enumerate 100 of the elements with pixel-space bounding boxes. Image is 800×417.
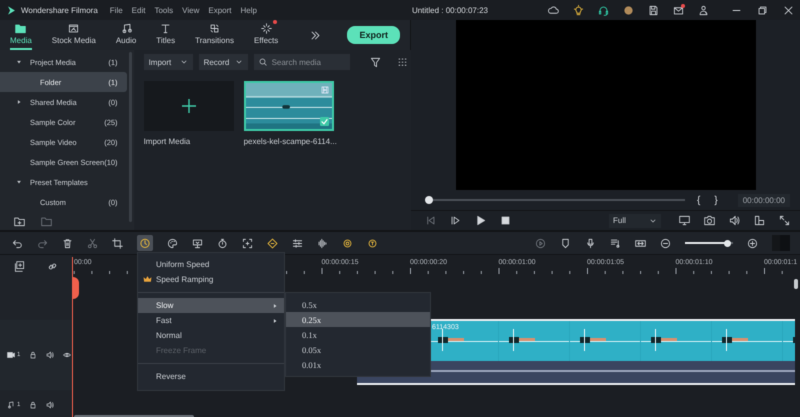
expanded-arrow-icon[interactable]: [16, 59, 22, 65]
monitor-icon[interactable]: [192, 238, 203, 248]
link-icon[interactable]: [47, 260, 58, 272]
lock-icon[interactable]: [29, 351, 38, 359]
waveform-icon[interactable]: [317, 238, 328, 248]
expanded-arrow-icon[interactable]: [16, 179, 22, 185]
folder-icon[interactable]: [41, 216, 52, 226]
playhead-handle[interactable]: [425, 196, 433, 204]
image-icon: [68, 23, 80, 34]
submenu-arrow-icon: [272, 302, 278, 308]
next-frame-icon[interactable]: [450, 215, 461, 226]
microphone-icon[interactable]: [585, 238, 596, 248]
layout-icon[interactable]: [754, 215, 765, 226]
zoom-out-icon[interactable]: [660, 238, 671, 248]
save-icon[interactable]: [648, 4, 659, 16]
scissors-icon[interactable]: [87, 238, 98, 248]
sliders-icon[interactable]: [292, 238, 303, 248]
eye-icon[interactable]: [63, 351, 72, 359]
ring-icon[interactable]: [342, 238, 353, 248]
zoom-in-icon[interactable]: [747, 238, 758, 248]
volume-icon[interactable]: [46, 401, 54, 409]
tab[interactable]: Transitions: [195, 20, 234, 50]
scrollbar[interactable]: [794, 279, 798, 289]
marker-icon[interactable]: [560, 238, 571, 248]
menu-item[interactable]: Tools: [154, 6, 174, 14]
menu-item[interactable]: 0.5x: [286, 297, 430, 312]
mark-out-button[interactable]: }: [712, 194, 720, 206]
window-title: Untitled : 00:00:07:23: [412, 6, 488, 14]
ring-icon[interactable]: [367, 238, 378, 248]
plus-icon: [180, 98, 197, 114]
menu-item[interactable]: Help: [240, 6, 257, 14]
menu-item[interactable]: Export: [208, 6, 232, 14]
menu-item[interactable]: Fast: [138, 313, 284, 328]
transition-icon: [209, 23, 220, 34]
record-dropdown[interactable]: Record: [198, 54, 248, 70]
stop-icon[interactable]: [500, 215, 511, 226]
account-icon[interactable]: [698, 4, 709, 16]
lock-icon[interactable]: [29, 401, 38, 409]
camera-icon[interactable]: [704, 215, 715, 226]
headset-icon[interactable]: [598, 4, 609, 16]
progress-track[interactable]: [425, 196, 686, 204]
restore-icon[interactable]: [757, 4, 768, 16]
previous-frame-icon[interactable]: [425, 215, 436, 226]
diamond-icon[interactable]: [267, 238, 278, 248]
redo-icon[interactable]: [37, 238, 48, 248]
speed-icon[interactable]: [137, 235, 153, 251]
menu-item[interactable]: 0.25x: [286, 312, 430, 327]
monitor-icon[interactable]: [679, 215, 690, 226]
lightbulb-icon[interactable]: [573, 4, 584, 16]
import-media-tile[interactable]: [144, 81, 234, 131]
music-note-icon: [120, 23, 132, 34]
media-label: pexels-kel-scampe-6114...: [244, 137, 334, 146]
mail-icon[interactable]: [673, 4, 684, 16]
menu-item[interactable]: Uniform Speed: [138, 257, 284, 272]
menu-item[interactable]: View: [182, 6, 200, 14]
cloud-icon[interactable]: [548, 4, 559, 16]
fit-icon[interactable]: [635, 238, 646, 248]
tab[interactable]: Audio: [116, 20, 136, 50]
new-folder-icon[interactable]: [14, 216, 25, 226]
tab[interactable]: Stock Media: [52, 20, 96, 50]
palette-icon[interactable]: [167, 238, 178, 248]
undo-icon[interactable]: [12, 238, 23, 248]
fullscreen-icon[interactable]: [779, 215, 790, 226]
search-field[interactable]: Search media: [268, 54, 350, 70]
tab[interactable]: Titles: [156, 20, 176, 50]
music-list-icon[interactable]: [610, 238, 621, 248]
menu-item[interactable]: Normal: [138, 328, 284, 343]
trash-icon[interactable]: [62, 238, 73, 248]
filter-icon[interactable]: [370, 56, 381, 68]
menu-item[interactable]: File: [110, 6, 123, 14]
speaker-icon[interactable]: [729, 215, 740, 226]
import-dropdown[interactable]: Import: [144, 54, 193, 70]
focus-icon[interactable]: [242, 238, 253, 248]
timecode: 00:00:00:00: [738, 194, 790, 206]
close-icon[interactable]: [783, 4, 794, 16]
double-chevron-icon[interactable]: [310, 30, 322, 40]
avatar-icon[interactable]: [623, 4, 634, 16]
menu-item[interactable]: Edit: [132, 6, 146, 14]
menu-item[interactable]: Reverse: [138, 369, 284, 384]
export-button[interactable]: Export: [347, 26, 400, 44]
grid-icon[interactable]: [396, 56, 408, 68]
mark-in-button[interactable]: {: [695, 194, 702, 206]
crop-icon[interactable]: [112, 238, 123, 248]
stopwatch-icon[interactable]: [217, 238, 228, 248]
submenu-arrow-icon: [272, 318, 278, 324]
crown-icon: [143, 275, 152, 284]
search-icon: [254, 54, 269, 70]
menu-item[interactable]: Slow: [138, 298, 284, 313]
collapsed-arrow-icon[interactable]: [16, 99, 22, 105]
tab[interactable]: Effects: [254, 20, 278, 50]
music-note-icon[interactable]: [7, 401, 15, 409]
volume-icon[interactable]: [46, 351, 54, 359]
caret-icon: [180, 58, 188, 66]
add-track-icon[interactable]: [14, 260, 25, 272]
menu-item[interactable]: Speed Ramping: [138, 272, 284, 287]
notification-dot: [681, 4, 685, 8]
media-label: Import Media: [144, 137, 192, 146]
play-icon[interactable]: [475, 215, 486, 226]
quality-dropdown[interactable]: Full: [609, 214, 661, 228]
video-track-icon[interactable]: [7, 351, 15, 359]
